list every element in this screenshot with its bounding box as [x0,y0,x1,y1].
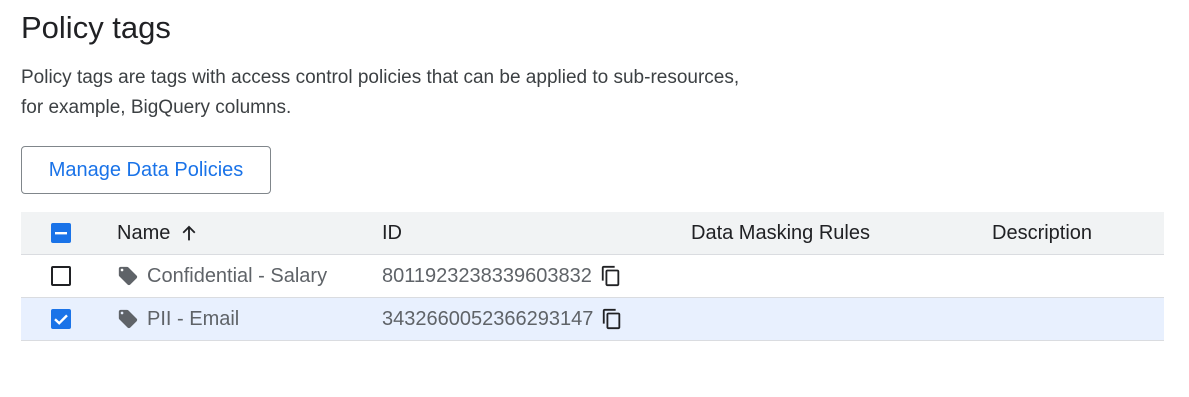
indeterminate-icon [55,232,67,235]
copy-icon[interactable] [600,265,622,287]
select-all-checkbox[interactable] [51,223,71,243]
row-checkbox[interactable] [51,266,71,286]
policy-tag-name[interactable]: PII - Email [147,308,239,331]
column-header-id: ID [382,221,402,244]
column-header-name-label: Name [117,221,171,244]
policy-tag-name[interactable]: Confidential - Salary [147,265,327,288]
row-checkbox[interactable] [51,309,71,329]
policy-tags-table: Name ID Data Masking Rules Description C… [21,212,1164,341]
table-header: Name ID Data Masking Rules Description [21,212,1164,255]
table-row[interactable]: Confidential - Salary 801192323833960383… [21,255,1164,298]
table-row[interactable]: PII - Email 3432660052366293147 [21,298,1164,341]
page-title: Policy tags [21,10,171,45]
policy-tag-id: 8011923238339603832 [382,264,592,287]
tag-icon [117,308,139,330]
column-header-description: Description [992,221,1093,244]
checkmark-icon [54,314,68,325]
tag-icon [117,265,139,287]
column-header-masking: Data Masking Rules [691,221,870,244]
manage-data-policies-button[interactable]: Manage Data Policies [21,146,271,194]
page-description: Policy tags are tags with access control… [21,67,740,118]
policy-tag-id: 3432660052366293147 [382,307,594,330]
arrow-up-icon[interactable] [178,222,200,244]
copy-icon[interactable] [601,308,623,330]
column-header-name[interactable]: Name [117,212,200,254]
